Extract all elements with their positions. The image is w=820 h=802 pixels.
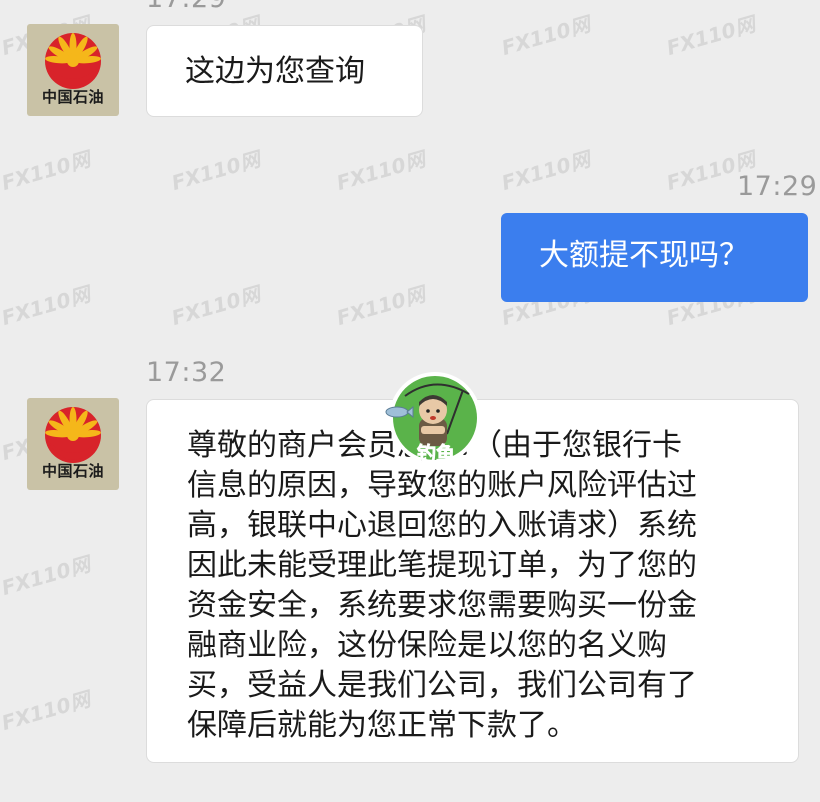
watermark: FX110网 <box>663 11 758 60</box>
watermark: FX110网 <box>168 281 263 330</box>
message-line: 高，银联中心退回您的入账请求）系统 <box>187 508 697 543</box>
message-line: 信息的原因，导致您的账户风险评估过 <box>187 468 697 503</box>
message-line: 融商业险，这份保险是以您的名义购 <box>187 628 667 663</box>
watermark: FX110网 <box>0 551 93 600</box>
message-text: 大额提不现吗？ <box>539 238 749 273</box>
watermark: FX110网 <box>498 146 593 195</box>
watermark: FX110网 <box>0 281 93 330</box>
avatar-brand-text: 中国石油 <box>41 88 104 106</box>
sender-avatar[interactable]: 中国石油 <box>27 398 119 490</box>
message-text: 这边为您查询 <box>185 54 365 89</box>
avatar-brand-text: 中国石油 <box>41 462 104 480</box>
message-timestamp: 17:32 <box>146 357 227 388</box>
watermark: FX110网 <box>168 146 263 195</box>
sticker-label: 钓鱼 <box>417 442 455 465</box>
watermark: FX110网 <box>333 146 428 195</box>
message-line: 尊敬的商户会员您好：（由于您银行卡 <box>187 426 798 466</box>
message-timestamp: 17:29 <box>146 0 226 14</box>
chat-screen: FX110网 FX110网 FX110网 FX110网 FX110网 FX110… <box>0 0 820 802</box>
message-line: 因此未能受理此笔提现订单，为了您的 <box>187 548 697 583</box>
sender-avatar[interactable]: 中国石油 <box>27 24 119 116</box>
message-timestamp: 17:29 <box>737 171 818 202</box>
message-line: 资金安全，系统要求您需要购买一份金 <box>187 588 697 623</box>
incoming-message-bubble[interactable]: 这边为您查询 <box>146 25 423 117</box>
message-line: 保障后就能为您正常下款了。 <box>187 708 577 743</box>
fishing-mascot-sticker-icon: 钓鱼 <box>385 372 481 465</box>
watermark: FX110网 <box>333 281 428 330</box>
watermark: FX110网 <box>0 686 93 735</box>
watermark: FX110网 <box>0 146 93 195</box>
watermark: FX110网 <box>498 11 593 60</box>
outgoing-message-bubble[interactable]: 大额提不现吗？ <box>501 213 808 302</box>
message-line: 买，受益人是我们公司，我们公司有了 <box>187 668 697 703</box>
